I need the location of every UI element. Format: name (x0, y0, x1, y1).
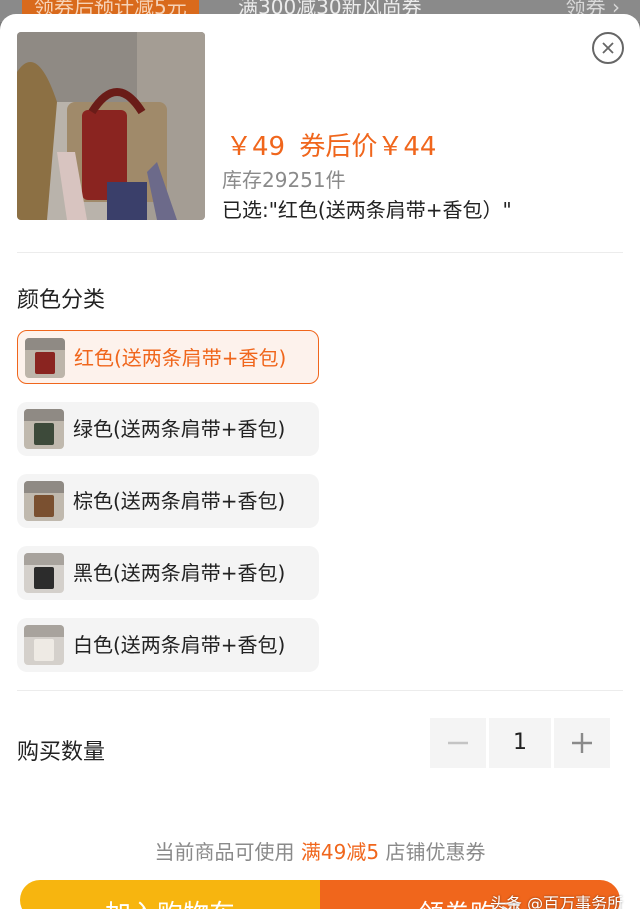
price-line: ￥49 券后价￥44 (226, 126, 442, 163)
stock-count: 库存29251件 (222, 168, 346, 192)
sku-selector-sheet: ￥49 券后价￥44 库存29251件 已选:"红色(送两条肩带+香包）" 颜色… (0, 14, 640, 909)
price: ￥49 (226, 132, 286, 162)
option-thumbnail (24, 553, 64, 593)
quantity-decrease-button[interactable] (430, 718, 486, 768)
option-label: 黑色(送两条肩带+香包) (73, 561, 286, 585)
close-icon (602, 42, 614, 54)
coupon-note: 当前商品可使用 满49减5 店铺优惠券 (0, 836, 640, 865)
coupon-note-highlight: 满49减5 (300, 840, 380, 864)
option-thumbnail (24, 409, 64, 449)
minus-icon (448, 741, 468, 745)
color-option-green[interactable]: 绿色(送两条肩带+香包) (17, 402, 319, 456)
color-option-red[interactable]: 红色(送两条肩带+香包) (17, 330, 319, 384)
coupon-note-prefix: 当前商品可使用 (154, 840, 295, 864)
quantity-label: 购买数量 (17, 740, 106, 765)
add-to-cart-button[interactable]: 加入购物车 (20, 880, 320, 909)
color-option-brown[interactable]: 棕色(送两条肩带+香包) (17, 474, 319, 528)
divider (17, 252, 623, 253)
color-option-white[interactable]: 白色(送两条肩带+香包) (17, 618, 319, 672)
option-label: 红色(送两条肩带+香包) (74, 346, 287, 370)
option-label: 绿色(送两条肩带+香包) (73, 417, 286, 441)
quantity-increase-button[interactable] (554, 718, 610, 768)
quantity-value[interactable]: 1 (489, 718, 551, 768)
divider (17, 690, 623, 691)
product-image (17, 32, 205, 220)
color-section-title: 颜色分类 (17, 288, 106, 313)
option-thumbnail (24, 481, 64, 521)
option-thumbnail (24, 625, 64, 665)
coupon-price: 券后价￥44 (299, 132, 437, 162)
selected-sku: 已选:"红色(送两条肩带+香包）" (222, 198, 512, 222)
option-label: 棕色(送两条肩带+香包) (73, 489, 286, 513)
option-label: 白色(送两条肩带+香包) (73, 633, 286, 657)
watermark: 头条 @百万事务所 (490, 894, 624, 909)
color-option-black[interactable]: 黑色(送两条肩带+香包) (17, 546, 319, 600)
close-button[interactable] (592, 32, 624, 64)
coupon-note-suffix: 店铺优惠券 (385, 840, 486, 864)
option-thumbnail (25, 338, 65, 378)
add-to-cart-label: 加入购物车 (20, 894, 320, 909)
plus-icon (572, 733, 592, 753)
